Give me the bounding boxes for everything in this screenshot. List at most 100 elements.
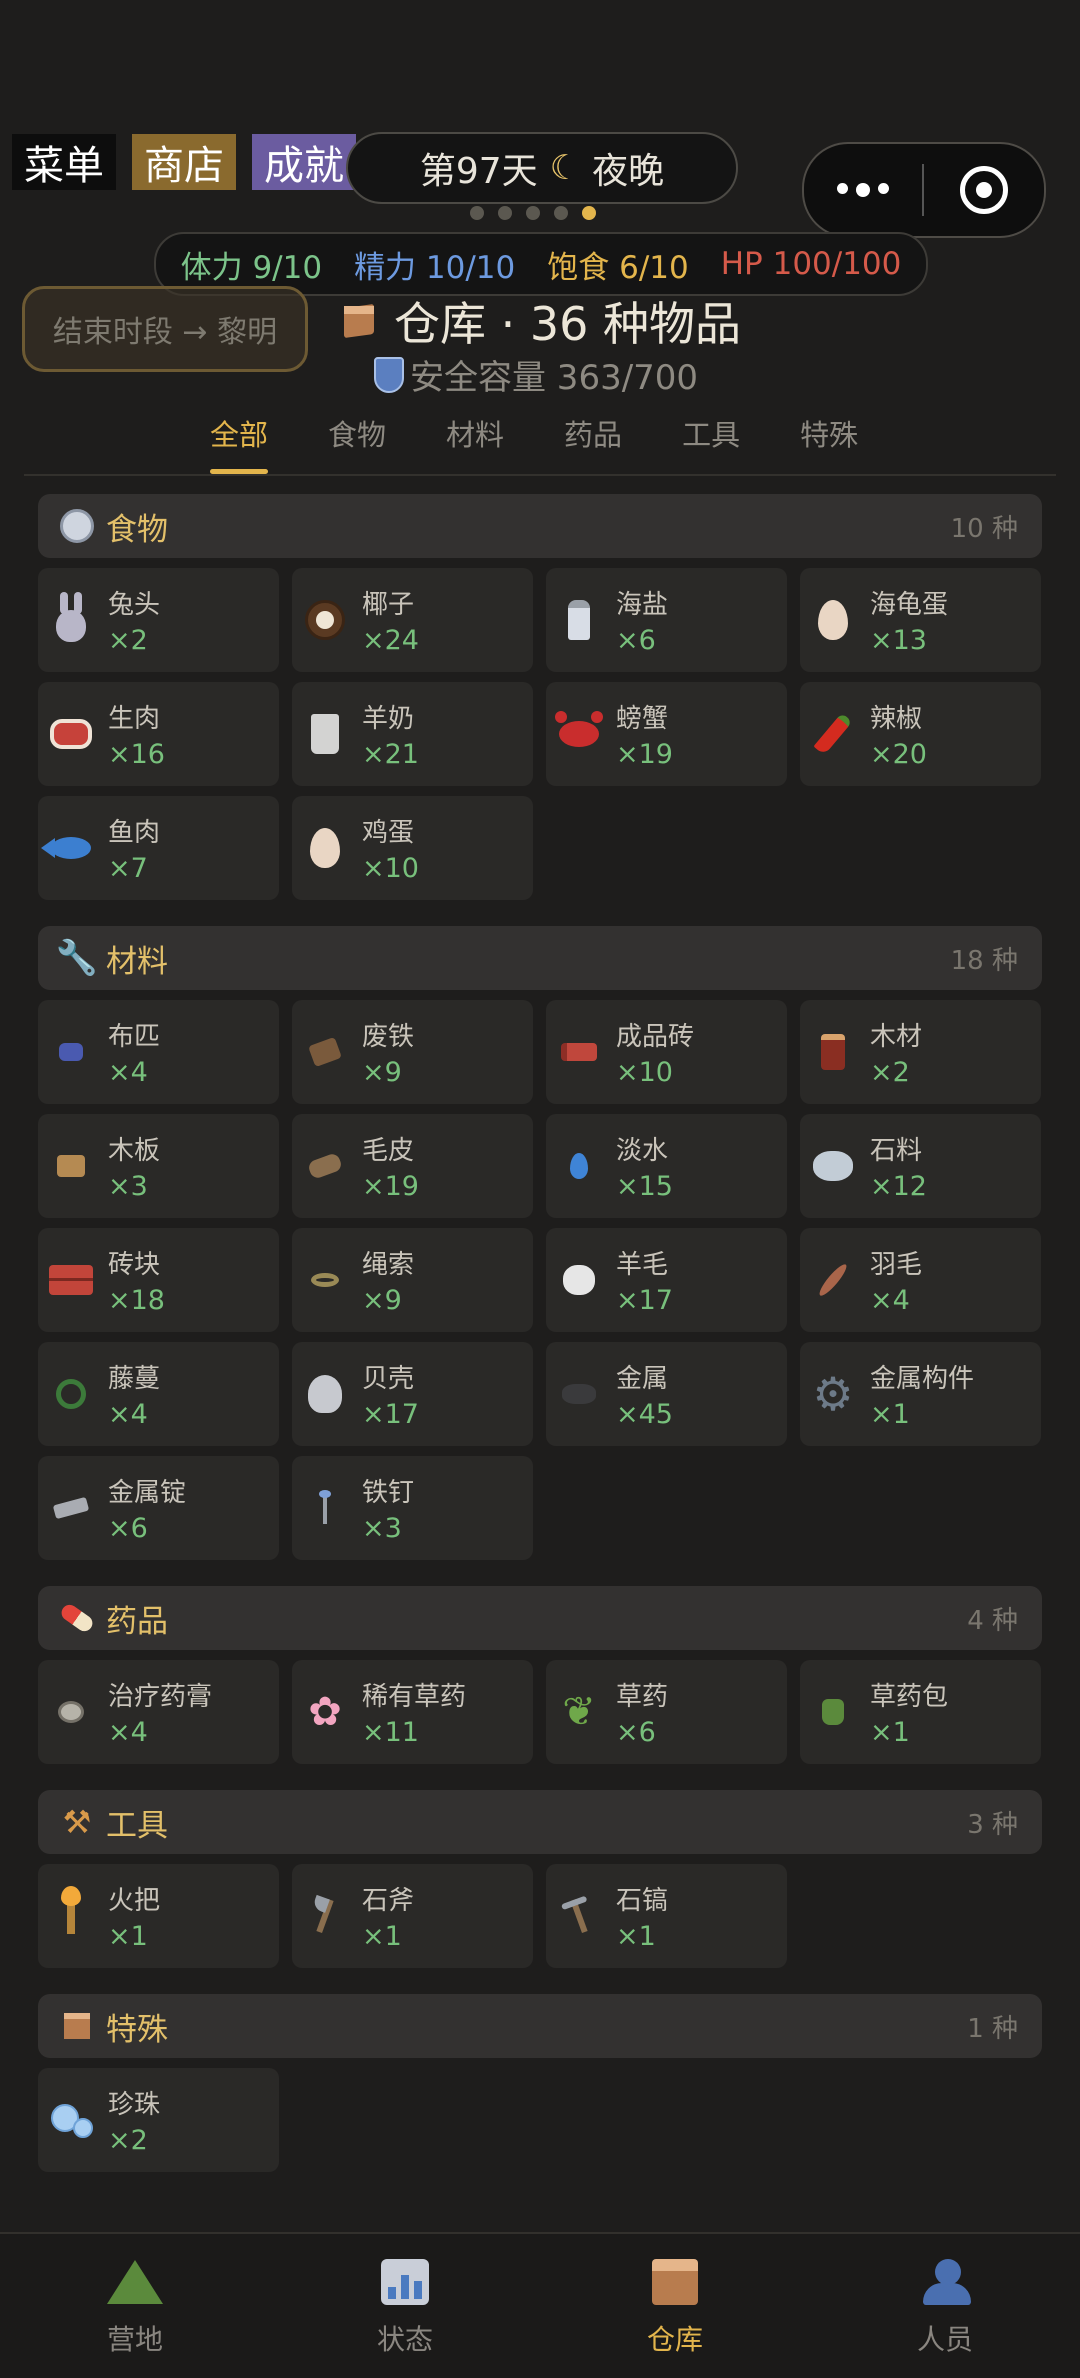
ingot-icon <box>48 1485 94 1531</box>
tab-food[interactable]: 食物 <box>328 412 386 468</box>
section-header[interactable]: 食物 10 种 <box>38 494 1042 558</box>
item-card[interactable]: 成品砖 ×10 <box>546 1000 787 1104</box>
item-card[interactable]: 海盐 ×6 <box>546 568 787 672</box>
nav-people[interactable]: 人员 <box>810 2234 1080 2378</box>
nav-status[interactable]: 状态 <box>270 2234 540 2378</box>
tab-all[interactable]: 全部 <box>210 412 269 474</box>
section-materials: 🔧 材料 18 种 布匹 ×4 废铁 ×9 成品砖 ×10 木材 ×2 木板 ×3 毛皮 ×… <box>38 926 1042 1560</box>
menu-button[interactable]: 菜单 <box>12 134 116 190</box>
item-card[interactable]: 鸡蛋 ×10 <box>292 796 533 900</box>
item-card[interactable]: 石斧 ×1 <box>292 1864 533 1968</box>
item-card[interactable]: 羊奶 ×21 <box>292 682 533 786</box>
section-header[interactable]: 🔧 材料 18 种 <box>38 926 1042 990</box>
salt-shaker-icon <box>556 597 602 643</box>
item-card[interactable]: 羽毛 ×4 <box>800 1228 1041 1332</box>
item-qty: ×6 <box>616 1717 656 1748</box>
item-card[interactable]: 石料 ×12 <box>800 1114 1041 1218</box>
item-card[interactable]: 金属 ×45 <box>546 1342 787 1446</box>
tab-medicine[interactable]: 药品 <box>564 412 622 468</box>
item-card[interactable]: 辣椒 ×20 <box>800 682 1041 786</box>
section-food: 食物 10 种 兔头 ×2 椰子 ×24 海盐 ×6 海龟蛋 ×13 生肉 ×16 羊奶 ×… <box>38 494 1042 900</box>
item-card[interactable]: 椰子 ×24 <box>292 568 533 672</box>
box-icon <box>58 2007 96 2045</box>
item-card[interactable]: 藤蔓 ×4 <box>38 1342 279 1446</box>
item-qty: ×2 <box>108 625 148 656</box>
page-dot[interactable] <box>498 206 512 220</box>
item-card[interactable]: ❦ 草药 ×6 <box>546 1660 787 1764</box>
fish-icon <box>41 825 94 871</box>
item-name: 稀有草药 <box>362 1682 467 1712</box>
flower-icon: ✿ <box>308 1689 342 1735</box>
item-qty: ×20 <box>870 739 927 770</box>
item-card[interactable]: 生肉 ×16 <box>38 682 279 786</box>
section-title: 工具 <box>106 1807 168 1844</box>
page-dot[interactable] <box>554 206 568 220</box>
item-card[interactable]: 木材 ×2 <box>800 1000 1041 1104</box>
item-qty: ×11 <box>362 1717 419 1748</box>
item-qty: ×2 <box>108 2125 148 2156</box>
section-header[interactable]: 药品 4 种 <box>38 1586 1042 1650</box>
item-card[interactable]: 鱼肉 ×7 <box>38 796 279 900</box>
page-dot[interactable] <box>470 206 484 220</box>
chili-pepper-icon <box>810 711 856 757</box>
item-qty: ×1 <box>870 1399 910 1430</box>
item-card[interactable]: 布匹 ×4 <box>38 1000 279 1104</box>
tab-materials[interactable]: 材料 <box>446 412 504 468</box>
close-miniprogram-icon[interactable] <box>924 166 1044 214</box>
satiety-stat: 饱食 6/10 <box>547 249 689 286</box>
herb-bag-icon <box>810 1689 856 1735</box>
nav-camp[interactable]: 营地 <box>0 2234 270 2378</box>
item-qty: ×17 <box>616 1285 673 1316</box>
section-count: 18 种 <box>950 945 1018 976</box>
item-card[interactable]: 螃蟹 ×19 <box>546 682 787 786</box>
page-dot-active[interactable] <box>582 206 596 220</box>
tab-tools[interactable]: 工具 <box>682 412 740 468</box>
nav-warehouse[interactable]: 仓库 <box>540 2234 810 2378</box>
achievements-button[interactable]: 成就 <box>252 134 356 190</box>
plate-icon <box>58 507 96 545</box>
item-card[interactable]: 毛皮 ×19 <box>292 1114 533 1218</box>
item-card[interactable]: 兔头 ×2 <box>38 568 279 672</box>
nav-label: 状态 <box>376 2323 433 2356</box>
item-card[interactable]: 火把 ×1 <box>38 1864 279 1968</box>
item-card[interactable]: 石镐 ×1 <box>546 1864 787 1968</box>
more-options-icon[interactable] <box>804 183 922 197</box>
item-card[interactable]: 珍珠 ×2 <box>38 2068 279 2172</box>
section-header[interactable]: ⚒ 工具 3 种 <box>38 1790 1042 1854</box>
item-name: 废铁 <box>362 1022 415 1052</box>
item-card[interactable]: 绳索 ×9 <box>292 1228 533 1332</box>
item-card[interactable]: 海龟蛋 ×13 <box>800 568 1041 672</box>
rope-icon <box>302 1257 348 1303</box>
item-name: 火把 <box>108 1886 161 1916</box>
item-card[interactable]: ⚙ 金属构件 ×1 <box>800 1342 1041 1446</box>
item-qty: ×13 <box>870 625 927 656</box>
shell-icon <box>302 1371 348 1417</box>
energy-stat: 精力 10/10 <box>354 249 516 286</box>
end-period-button[interactable]: 结束时段 → 黎明 <box>22 286 308 372</box>
capacity-label: 安全容量 363/700 <box>410 358 699 398</box>
item-card[interactable]: ✿ 稀有草药 ×11 <box>292 1660 533 1764</box>
item-card[interactable]: 木板 ×3 <box>38 1114 279 1218</box>
item-card[interactable]: 贝壳 ×17 <box>292 1342 533 1446</box>
item-card[interactable]: 金属锭 ×6 <box>38 1456 279 1560</box>
item-qty: ×2 <box>870 1057 910 1088</box>
axe-icon <box>302 1893 348 1939</box>
page-dot[interactable] <box>526 206 540 220</box>
egg-icon <box>810 597 856 643</box>
item-card[interactable]: 治疗药膏 ×4 <box>38 1660 279 1764</box>
item-card[interactable]: 草药包 ×1 <box>800 1660 1041 1764</box>
item-qty: ×4 <box>108 1057 148 1088</box>
tab-special[interactable]: 特殊 <box>800 412 858 468</box>
shop-button[interactable]: 商店 <box>132 134 236 190</box>
item-card[interactable]: 砖块 ×18 <box>38 1228 279 1332</box>
item-qty: ×4 <box>108 1399 148 1430</box>
item-card[interactable]: 铁钉 ×3 <box>292 1456 533 1560</box>
metal-ore-icon <box>556 1371 602 1417</box>
egg-icon <box>302 825 348 871</box>
item-name: 草药 <box>616 1682 669 1712</box>
item-card[interactable]: 废铁 ×9 <box>292 1000 533 1104</box>
page-dots <box>470 206 596 220</box>
item-card[interactable]: 羊毛 ×17 <box>546 1228 787 1332</box>
item-card[interactable]: 淡水 ×15 <box>546 1114 787 1218</box>
section-header[interactable]: 特殊 1 种 <box>38 1994 1042 2058</box>
